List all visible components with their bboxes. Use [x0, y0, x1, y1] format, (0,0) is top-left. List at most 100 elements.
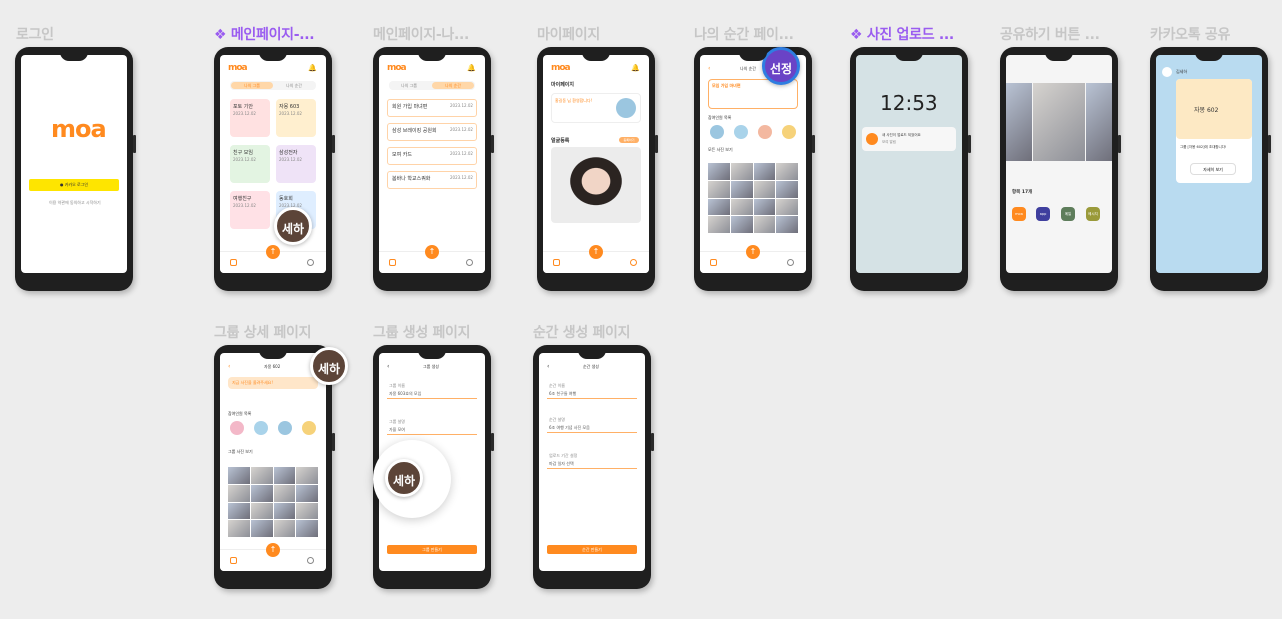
- back-icon[interactable]: ‹: [387, 363, 389, 370]
- photo[interactable]: [753, 198, 776, 216]
- phone-group-detail[interactable]: ‹ 자몽 602 지금 사진을 올려주세요! 참여인원 목록 그룹 사진 보기 …: [214, 345, 348, 589]
- bell-icon[interactable]: 🔔: [308, 64, 317, 72]
- group-card-1[interactable]: 포토 기안 2023.12.02: [230, 99, 270, 137]
- photo[interactable]: [273, 467, 296, 484]
- upload-button[interactable]: ↑: [425, 245, 439, 259]
- photo[interactable]: [708, 180, 730, 198]
- tab-switch: 나의 그룹 나의 순간: [230, 81, 316, 90]
- upload-button[interactable]: ↑: [746, 245, 760, 259]
- member-avatar: [710, 125, 724, 139]
- photo[interactable]: [250, 484, 273, 502]
- side-button: [133, 135, 136, 153]
- photo[interactable]: [296, 467, 318, 484]
- photo[interactable]: [776, 198, 798, 216]
- back-icon[interactable]: ‹: [547, 363, 549, 370]
- phone-moment-create[interactable]: ‹ 순간 생성 순간 이름 6조 친구들 여행 순간 설명 6조 여행 기념 사…: [533, 345, 654, 589]
- group-desc-input[interactable]: 가을 모여: [387, 425, 477, 435]
- screen: 12:53 새 사진이 업로드 되었어요 모여 알림: [856, 55, 962, 273]
- moment-row-4[interactable]: 봄바나 학교스쿼화 2023.12.02: [387, 171, 477, 189]
- back-icon[interactable]: ‹: [228, 363, 230, 370]
- group-card-3[interactable]: 친구 모임 2023.12.02: [230, 145, 270, 183]
- film-icon[interactable]: [553, 259, 560, 266]
- smile-icon[interactable]: [466, 259, 473, 266]
- photo[interactable]: [730, 216, 753, 233]
- kakao-share-card[interactable]: 자몽 602 그룹 [자몽 602]에 초대합니다! 자세히 보기: [1176, 79, 1252, 183]
- phone-main1[interactable]: moa 🔔 나의 그룹 나의 순간 포토 기안 2023.12.02 자몽 603…: [214, 47, 335, 291]
- film-icon[interactable]: [389, 259, 396, 266]
- create-group-button[interactable]: 그룹 만들기: [387, 545, 477, 554]
- phone-moment[interactable]: ‹ 나의 순간 모임 가입 마녀편 참여인원 목록 모든 사진 보기 ↑ 선정: [694, 47, 815, 291]
- photo[interactable]: [296, 502, 318, 520]
- phone-kakao[interactable]: 김세하 자몽 602 그룹 [자몽 602]에 초대합니다! 자세히 보기: [1150, 47, 1271, 291]
- photo[interactable]: [250, 502, 273, 520]
- photo[interactable]: [273, 484, 296, 502]
- moment-row-2[interactable]: 삼성 브레이킹 공원회 2023.12.02: [387, 123, 477, 141]
- group-card-4[interactable]: 삼성전자 2023.12.02: [276, 145, 316, 183]
- photo[interactable]: [776, 216, 798, 233]
- phone-login[interactable]: moa ● 카카오 로그인 이용 약관에 동의하고 시작하기: [15, 47, 136, 291]
- photo[interactable]: [730, 198, 753, 216]
- film-icon[interactable]: [230, 557, 237, 564]
- deadline-select[interactable]: 마감 일자 선택: [547, 459, 637, 469]
- create-moment-button[interactable]: 순간 만들기: [547, 545, 637, 554]
- upload-button[interactable]: ↑: [266, 543, 280, 557]
- photo[interactable]: [228, 484, 250, 502]
- photo[interactable]: [228, 467, 250, 484]
- bell-icon[interactable]: 🔔: [467, 64, 476, 72]
- photo[interactable]: [776, 163, 798, 180]
- group-name-input[interactable]: 자몽 603호의 모임: [387, 389, 477, 399]
- tab-my-moment[interactable]: 나의 순간: [432, 82, 474, 89]
- photo[interactable]: [753, 180, 776, 198]
- tab-my-group[interactable]: 나의 그룹: [401, 83, 417, 89]
- photo[interactable]: [730, 163, 753, 180]
- photo[interactable]: [296, 484, 318, 502]
- photo[interactable]: [228, 520, 250, 537]
- photo[interactable]: [273, 502, 296, 520]
- kakao-login-button[interactable]: ● 카카오 로그인: [29, 179, 119, 191]
- moment-row-1[interactable]: 회원 가입 마녀편 2023.12.02: [387, 99, 477, 117]
- upload-button[interactable]: ↑: [266, 245, 280, 259]
- photo[interactable]: [753, 216, 776, 233]
- photo[interactable]: [753, 163, 776, 180]
- moment-row-3[interactable]: 모여 카드 2023.12.02: [387, 147, 477, 165]
- photo[interactable]: [776, 180, 798, 198]
- film-icon[interactable]: [230, 259, 237, 266]
- film-icon[interactable]: [710, 259, 717, 266]
- photo[interactable]: [296, 520, 318, 537]
- group-card-5[interactable]: 여행친구 2023.12.02: [230, 191, 270, 229]
- register-tag[interactable]: 등록하기: [619, 137, 639, 143]
- phone-share[interactable]: 항목 17개 moa app 메일 메시지: [1000, 47, 1121, 291]
- push-notification[interactable]: 새 사진이 업로드 되었어요 모여 알림: [862, 127, 956, 151]
- upload-banner[interactable]: 지금 사진을 올려주세요!: [228, 377, 318, 389]
- moment-desc-input[interactable]: 6조 여행 기념 사진 모음: [547, 423, 637, 433]
- phone-upload[interactable]: 12:53 새 사진이 업로드 되었어요 모여 알림: [850, 47, 971, 291]
- photo[interactable]: [730, 180, 753, 198]
- share-app-4[interactable]: 메시지: [1086, 207, 1100, 221]
- phone-mypage[interactable]: moa 🔔 마이페이지 홍길동 님 환영합니다! 얼굴등록 등록하기 ↑: [537, 47, 658, 291]
- photo[interactable]: [228, 502, 250, 520]
- phone-main2[interactable]: moa 🔔 나의 그룹 나의 순간 회원 가입 마녀편 2023.12.02 삼성…: [373, 47, 494, 291]
- back-icon[interactable]: ‹: [708, 65, 710, 72]
- profile-card[interactable]: 홍길동 님 환영합니다!: [551, 93, 641, 123]
- smile-icon[interactable]: [307, 259, 314, 266]
- photo[interactable]: [250, 467, 273, 484]
- group-card-2[interactable]: 자몽 603 2023.12.02: [276, 99, 316, 137]
- tab-my-moment[interactable]: 나의 순간: [286, 83, 302, 89]
- photo[interactable]: [250, 520, 273, 537]
- moment-name-input[interactable]: 6조 친구들 여행: [547, 389, 637, 399]
- smile-icon[interactable]: [787, 259, 794, 266]
- share-app-moa[interactable]: moa: [1012, 207, 1026, 221]
- share-app-2[interactable]: app: [1036, 207, 1050, 221]
- detail-button[interactable]: 자세히 보기: [1190, 163, 1236, 175]
- smile-icon[interactable]: [630, 259, 637, 266]
- photo[interactable]: [708, 163, 730, 180]
- photo[interactable]: [273, 520, 296, 537]
- share-app-3[interactable]: 메일: [1061, 207, 1075, 221]
- photo[interactable]: [708, 198, 730, 216]
- photo[interactable]: [708, 216, 730, 233]
- smile-icon[interactable]: [307, 557, 314, 564]
- bell-icon[interactable]: 🔔: [631, 64, 640, 72]
- tab-my-group[interactable]: 나의 그룹: [231, 82, 273, 89]
- phone-group-create[interactable]: ‹ 그룹 생성 그룹 이름 자몽 603호의 모임 그룹 설명 가을 모여 그룹…: [373, 345, 494, 589]
- upload-button[interactable]: ↑: [589, 245, 603, 259]
